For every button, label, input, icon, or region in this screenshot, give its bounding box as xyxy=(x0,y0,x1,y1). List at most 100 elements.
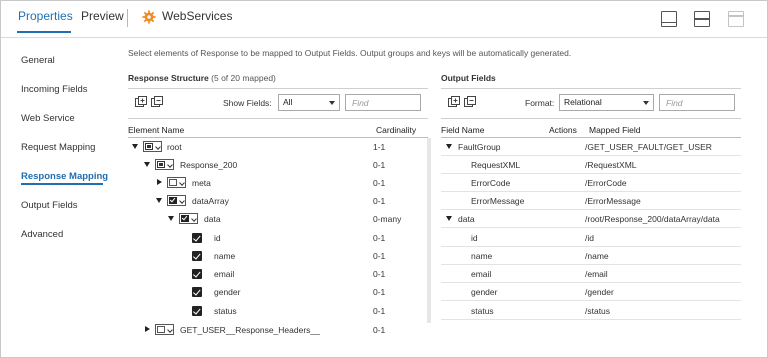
sidebar-item-advanced[interactable]: Advanced xyxy=(21,229,63,240)
element-name: id xyxy=(214,233,221,243)
layout-bottom-panel-icon[interactable] xyxy=(661,11,677,27)
sidebar-item-incoming-fields[interactable]: Incoming Fields xyxy=(21,84,88,95)
element-cardinality: 0-1 xyxy=(373,269,386,279)
select-checkbox-data[interactable] xyxy=(179,213,198,224)
element-cardinality: 0-1 xyxy=(373,306,386,316)
output-field-name: status xyxy=(471,306,494,316)
output-field-name: name xyxy=(471,251,493,261)
mapped-field-path: /name xyxy=(585,251,609,261)
show-fields-select[interactable]: All xyxy=(278,94,340,111)
row-divider xyxy=(441,246,741,247)
response-toolbar-divider xyxy=(128,118,428,119)
output-field-name: gender xyxy=(471,287,498,297)
expand-all-icon[interactable] xyxy=(135,96,149,108)
element-cardinality: 0-1 xyxy=(373,325,386,335)
element-cardinality: 0-1 xyxy=(373,287,386,297)
layout-maximize-icon[interactable] xyxy=(728,11,744,27)
element-cardinality: 0-1 xyxy=(373,233,386,243)
instructions-text: Select elements of Response to be mapped… xyxy=(128,48,572,58)
row-divider xyxy=(441,173,741,174)
expand-all-icon[interactable] xyxy=(448,96,462,108)
element-name: dataArray xyxy=(192,196,229,206)
expand-toggle-icon[interactable] xyxy=(446,216,452,221)
mapped-field-path: /status xyxy=(585,306,611,316)
output-header-divider xyxy=(441,137,741,138)
row-divider xyxy=(441,227,741,228)
checkbox-status[interactable] xyxy=(192,306,202,316)
response-scrollbar[interactable] xyxy=(427,138,431,323)
element-cardinality: 0-1 xyxy=(373,160,386,170)
element-name: name xyxy=(214,251,236,261)
expand-toggle-icon[interactable] xyxy=(156,198,162,203)
collapse-all-icon[interactable] xyxy=(151,96,165,108)
response-structure-title: Response Structure (5 of 20 mapped) xyxy=(128,73,276,83)
row-divider xyxy=(441,209,741,210)
row-divider xyxy=(441,319,741,320)
chevron-down-icon xyxy=(643,101,649,105)
element-cardinality: 0-1 xyxy=(373,251,386,261)
header-divider xyxy=(127,9,128,27)
element-name: root xyxy=(167,142,182,152)
output-group-name: data xyxy=(458,214,475,224)
checkbox-id[interactable] xyxy=(192,233,202,243)
show-fields-value: All xyxy=(283,97,293,107)
select-checkbox-response-headers[interactable] xyxy=(155,324,174,335)
col-field-name: Field Name xyxy=(441,125,485,135)
element-name: gender xyxy=(214,287,241,297)
output-field-name: ErrorMessage xyxy=(471,196,525,206)
chevron-down-icon xyxy=(329,101,335,105)
element-name: meta xyxy=(192,178,211,188)
element-name: GET_USER__Response_Headers__ xyxy=(180,325,320,335)
gear-icon xyxy=(142,10,156,24)
select-checkbox-response-200[interactable] xyxy=(155,159,174,170)
element-cardinality: 1-1 xyxy=(373,142,386,152)
mapped-field-path: /root/Response_200/dataArray/data xyxy=(585,214,720,224)
expand-toggle-icon[interactable] xyxy=(132,144,138,149)
col-mapped-field: Mapped Field xyxy=(589,125,641,135)
mapped-field-path: /GET_USER_FAULT/GET_USER xyxy=(585,142,712,152)
row-divider xyxy=(441,282,741,283)
output-find-input[interactable]: Find xyxy=(659,94,735,111)
col-cardinality: Cardinality xyxy=(376,125,417,135)
mapped-field-path: /ErrorCode xyxy=(585,178,627,188)
select-checkbox-meta[interactable] xyxy=(167,177,186,188)
output-title-divider xyxy=(441,88,741,89)
format-value: Relational xyxy=(564,97,602,107)
output-field-name: ErrorCode xyxy=(471,178,511,188)
response-header-divider xyxy=(128,137,428,138)
checkbox-email[interactable] xyxy=(192,269,202,279)
sidebar-item-general[interactable]: General xyxy=(21,55,55,66)
select-checkbox-dataarray[interactable] xyxy=(167,195,186,206)
format-select[interactable]: Relational xyxy=(559,94,654,111)
expand-toggle-icon[interactable] xyxy=(144,162,150,167)
select-checkbox-root[interactable] xyxy=(143,141,162,152)
expand-toggle-icon[interactable] xyxy=(446,144,452,149)
mapped-field-path: /RequestXML xyxy=(585,160,637,170)
expand-toggle-icon[interactable] xyxy=(168,216,174,221)
element-cardinality: 0-1 xyxy=(373,178,386,188)
checkbox-gender[interactable] xyxy=(192,287,202,297)
response-structure-label: Response Structure xyxy=(128,73,209,83)
collapse-all-icon[interactable] xyxy=(464,96,478,108)
sidebar-item-output-fields[interactable]: Output Fields xyxy=(21,200,78,211)
element-cardinality: 0-1 xyxy=(373,196,386,206)
show-fields-label: Show Fields: xyxy=(223,98,272,108)
collapsed-toggle-icon[interactable] xyxy=(157,179,162,185)
collapsed-toggle-icon[interactable] xyxy=(145,326,150,332)
response-find-input[interactable]: Find xyxy=(345,94,421,111)
mapped-count: (5 of 20 mapped) xyxy=(211,73,276,83)
mapped-field-path: /ErrorMessage xyxy=(585,196,641,206)
output-field-name: email xyxy=(471,269,492,279)
sidebar-item-request-mapping[interactable]: Request Mapping xyxy=(21,142,95,153)
checkbox-name[interactable] xyxy=(192,251,202,261)
tab-properties[interactable]: Properties xyxy=(18,9,73,23)
layout-split-icon[interactable] xyxy=(694,11,710,27)
sidebar-item-response-mapping[interactable]: Response Mapping xyxy=(21,171,108,182)
output-toolbar-divider xyxy=(441,118,741,119)
tab-preview[interactable]: Preview xyxy=(81,9,124,23)
panel-header: Properties Preview WebServices xyxy=(1,1,767,38)
sidebar-item-web-service[interactable]: Web Service xyxy=(21,113,75,124)
row-divider xyxy=(441,191,741,192)
response-title-divider xyxy=(128,88,428,89)
mapped-field-path: /email xyxy=(585,269,608,279)
